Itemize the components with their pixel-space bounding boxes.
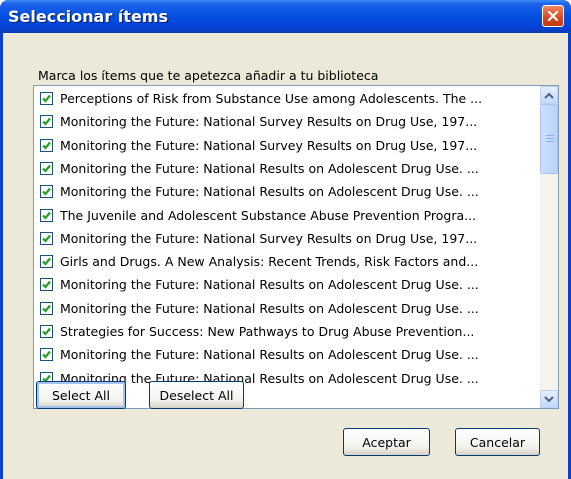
item-label: Monitoring the Future: National Survey R…	[60, 137, 478, 153]
item-checkbox[interactable]	[40, 231, 53, 245]
item-checkbox[interactable]	[40, 161, 53, 175]
items-list[interactable]: Perceptions of Risk from Substance Use a…	[33, 85, 559, 409]
dialog-body: Marca los ítems que te apetezca añadir a…	[3, 33, 568, 479]
checkmark-icon	[42, 211, 51, 220]
scroll-down-button[interactable]	[540, 390, 558, 408]
checkmark-icon	[42, 234, 51, 243]
item-label: Strategies for Success: New Pathways to …	[60, 324, 475, 339]
title-bar[interactable]: Seleccionar ítems	[0, 0, 571, 33]
checkmark-icon	[42, 351, 51, 359]
list-item[interactable]: Monitoring the Future: National Results …	[40, 180, 479, 203]
scroll-thumb[interactable]	[540, 104, 558, 174]
list-item[interactable]: Monitoring the Future: National Results …	[40, 273, 479, 296]
checkmark-icon	[42, 304, 51, 313]
deselect-all-button[interactable]: Deselect All	[149, 381, 244, 409]
window-title: Seleccionar ítems	[8, 7, 168, 26]
list-item[interactable]: Monitoring the Future: National Survey R…	[40, 110, 477, 133]
checkmark-icon	[42, 257, 51, 266]
item-label: Monitoring the Future: National Results …	[60, 184, 479, 200]
list-item[interactable]: Monitoring the Future: National Results …	[40, 343, 479, 366]
item-checkbox[interactable]	[40, 92, 53, 105]
checkmark-icon	[42, 94, 51, 103]
item-label: Monitoring the Future: National Results …	[60, 300, 479, 316]
item-checkbox[interactable]	[40, 278, 53, 292]
thumb-grip	[546, 135, 554, 136]
cancel-button[interactable]: Cancelar	[455, 428, 540, 456]
item-label: Monitoring the Future: National Survey R…	[60, 114, 478, 130]
item-checkbox[interactable]	[40, 208, 53, 222]
list-item[interactable]: Strategies for Success: New Pathways to …	[40, 320, 474, 343]
item-label: The Juvenile and Adolescent Substance Ab…	[60, 207, 477, 223]
accept-button[interactable]: Aceptar	[343, 428, 430, 456]
list-item[interactable]: The Juvenile and Adolescent Substance Ab…	[40, 204, 476, 227]
item-checkbox[interactable]	[40, 348, 53, 362]
item-label: Monitoring the Future: National Results …	[60, 277, 479, 293]
close-icon	[547, 10, 559, 22]
item-checkbox[interactable]	[40, 301, 53, 315]
instruction-label: Marca los ítems que te apetezca añadir a…	[38, 68, 379, 83]
chevron-up-icon	[544, 92, 554, 99]
chevron-down-icon	[544, 395, 554, 402]
list-item[interactable]: Monitoring the Future: National Survey R…	[40, 227, 477, 250]
list-item[interactable]: Monitoring the Future: National Results …	[40, 157, 479, 180]
item-label: Monitoring the Future: National Results …	[60, 160, 479, 176]
item-label: Girls and Drugs. A New Analysis: Recent …	[60, 254, 479, 270]
checkmark-icon	[42, 327, 51, 336]
checkmark-icon	[42, 141, 51, 150]
close-button[interactable]	[542, 5, 564, 27]
item-checkbox[interactable]	[40, 255, 53, 269]
item-label: Monitoring the Future: National Survey R…	[60, 230, 478, 246]
thumb-grip	[546, 141, 554, 142]
item-checkbox[interactable]	[40, 138, 53, 152]
checkmark-icon	[42, 164, 51, 173]
checkmark-icon	[42, 281, 51, 290]
dialog-window: Seleccionar ítems Marca los ítems que te…	[0, 0, 571, 479]
select-all-button[interactable]: Select All	[36, 381, 126, 409]
list-item[interactable]: Monitoring the Future: National Results …	[40, 297, 479, 320]
thumb-grip	[546, 138, 554, 139]
list-item[interactable]: Perceptions of Risk from Substance Use a…	[40, 87, 482, 110]
item-checkbox[interactable]	[40, 115, 53, 129]
vertical-scrollbar[interactable]	[540, 86, 558, 408]
checkmark-icon	[42, 118, 51, 126]
checkmark-icon	[42, 187, 51, 196]
scroll-up-button[interactable]	[540, 86, 558, 104]
list-item[interactable]: Girls and Drugs. A New Analysis: Recent …	[40, 250, 478, 273]
item-checkbox[interactable]	[40, 325, 53, 338]
item-label: Perceptions of Risk from Substance Use a…	[60, 91, 483, 106]
list-item[interactable]: Monitoring the Future: National Survey R…	[40, 134, 477, 157]
item-label: Monitoring the Future: National Results …	[60, 347, 479, 363]
item-checkbox[interactable]	[40, 185, 53, 199]
